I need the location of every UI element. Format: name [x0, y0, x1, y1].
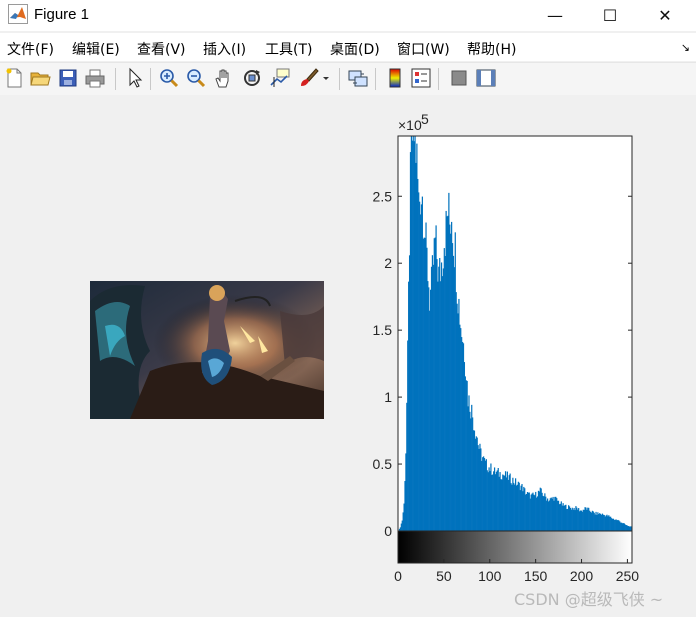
menu-window[interactable]: 窗口(W) — [397, 39, 450, 59]
menu-bar: 文件(F) 编辑(E) 查看(V) 插入(I) 工具(T) 桌面(D) 窗口(W… — [0, 33, 696, 61]
y-tick-label: 0 — [384, 523, 392, 539]
menu-tools[interactable]: 工具(T) — [265, 39, 312, 59]
minimize-button[interactable]: — — [532, 0, 578, 31]
menu-desktop[interactable]: 桌面(D) — [330, 39, 380, 59]
link-plot-icon[interactable] — [347, 67, 369, 89]
edit-plot-arrow-icon[interactable] — [124, 67, 146, 89]
close-button[interactable]: ✕ — [642, 0, 688, 31]
y-tick-label: 2.5 — [373, 188, 393, 204]
y-exponent-label: ×10 — [398, 117, 422, 133]
y-tick-label: 2 — [384, 255, 392, 271]
x-tick-label: 200 — [570, 568, 594, 584]
y-tick-label: 1 — [384, 389, 392, 405]
data-cursor-icon[interactable] — [269, 67, 291, 89]
window-title: Figure 1 — [34, 6, 90, 23]
x-tick-label: 150 — [524, 568, 548, 584]
colorbar-icon[interactable] — [384, 67, 406, 89]
menu-help[interactable]: 帮助(H) — [467, 39, 516, 59]
x-tick-label: 50 — [436, 568, 452, 584]
menu-edit[interactable]: 编辑(E) — [72, 39, 120, 59]
grayscale-colorbar — [397, 530, 633, 564]
toolbar-separator — [375, 68, 376, 90]
legend-icon[interactable] — [410, 67, 432, 89]
toolbar-separator — [339, 68, 340, 90]
zoom-in-icon[interactable] — [158, 67, 180, 89]
save-icon[interactable] — [57, 67, 79, 89]
y-exponent-power: 5 — [421, 111, 429, 127]
brush-dropdown-icon[interactable] — [321, 67, 331, 89]
close-icon: ✕ — [658, 6, 672, 25]
dock-arrow-icon[interactable]: ↘ — [681, 41, 690, 54]
show-plot-tools-icon[interactable] — [475, 67, 497, 89]
menu-insert[interactable]: 插入(I) — [203, 39, 246, 59]
rotate-3d-icon[interactable] — [241, 67, 263, 89]
toolbar-separator — [438, 68, 439, 90]
image-axes — [90, 281, 324, 419]
fantasy-artwork-thumbnail — [90, 281, 324, 419]
watermark-text: CSDN @超级飞侠 ~ — [514, 590, 664, 609]
menu-file[interactable]: 文件(F) — [7, 39, 54, 59]
title-bar: Figure 1 — ☐ ✕ — [0, 0, 696, 31]
figure-toolbar — [0, 62, 696, 96]
toolbar-separator — [115, 68, 116, 90]
x-tick-label: 0 — [394, 568, 402, 584]
maximize-button[interactable]: ☐ — [587, 0, 633, 31]
menu-view[interactable]: 查看(V) — [137, 39, 186, 59]
toolbar-separator — [150, 68, 151, 90]
new-figure-icon[interactable] — [3, 67, 25, 89]
x-tick-label: 100 — [478, 568, 502, 584]
print-icon[interactable] — [84, 67, 106, 89]
histogram-plot: 00.511.522.5×10 50 50 100 150 200 250 — [373, 111, 640, 584]
hide-plot-tools-icon[interactable] — [448, 67, 470, 89]
y-tick-label: 0.5 — [373, 456, 393, 472]
minimize-icon: — — [547, 6, 563, 25]
y-tick-label: 1.5 — [373, 322, 393, 338]
brush-icon[interactable] — [298, 67, 320, 89]
pan-hand-icon[interactable] — [213, 67, 235, 89]
open-file-icon[interactable] — [29, 67, 51, 89]
matlab-icon — [8, 4, 28, 24]
maximize-icon: ☐ — [602, 6, 618, 25]
zoom-out-icon[interactable] — [185, 67, 207, 89]
x-tick-label: 250 — [616, 568, 640, 584]
